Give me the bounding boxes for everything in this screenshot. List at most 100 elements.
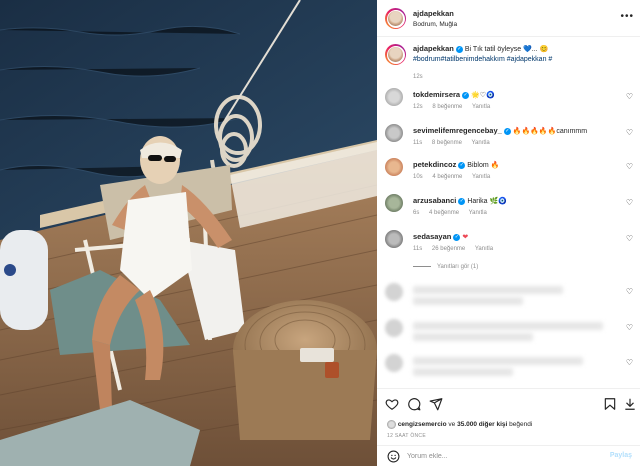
blurred-text	[413, 322, 603, 330]
comment-username[interactable]: tokdemirsera	[413, 90, 460, 99]
comment-avatar[interactable]	[385, 230, 403, 248]
caption-body: Bi Tık tatil öyleyse 💙... 😊	[464, 46, 549, 53]
comment-time: 10s	[413, 174, 423, 180]
verified-icon: ✓	[503, 127, 511, 135]
blurred-text	[413, 286, 563, 294]
blurred-comment: ♡	[385, 283, 635, 313]
save-icon[interactable]	[603, 397, 617, 411]
comment-avatar[interactable]	[385, 158, 403, 176]
author-username[interactable]: ajdapekkan	[413, 9, 454, 18]
comment-body: 🌟♡🧿	[471, 92, 495, 99]
verified-icon: ✓	[455, 45, 463, 53]
heart-icon[interactable]: ♡	[626, 323, 633, 332]
heart-icon[interactable]: ♡	[626, 92, 633, 101]
comment-item: sedasayan ✓ ❤ 11s 26 beğenme Yanıtla ♡	[385, 230, 635, 260]
author-avatar[interactable]	[385, 8, 406, 29]
action-bar	[377, 388, 640, 418]
blurred-comment: ♡	[385, 319, 635, 349]
comment-likes[interactable]: 26 beğenme	[432, 246, 465, 252]
replies-divider	[413, 265, 431, 267]
blurred-text	[413, 357, 583, 365]
comment-username[interactable]: petekdincoz	[413, 160, 456, 169]
post-timestamp[interactable]: 12 SAAT ÖNCE	[387, 433, 426, 439]
comment-avatar[interactable]	[385, 194, 403, 212]
reply-button[interactable]: Yanıtla	[469, 210, 487, 216]
caption-time: 12s	[413, 74, 423, 80]
reply-button[interactable]: Yanıtla	[475, 246, 493, 252]
view-replies-label: Yanıtları gör (1)	[437, 264, 479, 270]
comment-text: sevimelifemregencebay_ ✓ 🔥🔥🔥🔥🔥canımmm	[413, 126, 587, 136]
comment-time: 11s	[413, 140, 423, 146]
comment-body: ❤	[462, 234, 469, 241]
comment-item: petekdincoz ✓ Biblom 🔥 10s 4 beğenme Yanı…	[385, 158, 635, 188]
comment-avatar[interactable]	[385, 124, 403, 142]
comment-username[interactable]: arzusabanci	[413, 196, 456, 205]
post-panel: ajdapekkan Bodrum, Muğla ••• ajdapekkan ✓…	[377, 0, 640, 466]
likes-summary[interactable]: cengizsemercio ve 35.000 diğer kişi beğe…	[387, 420, 532, 429]
liker-username[interactable]: cengizsemercio	[398, 421, 447, 428]
comment-meta: 11s 8 beğenme Yanıtla	[413, 140, 498, 146]
comment-avatar	[385, 283, 403, 301]
comment-likes[interactable]: 4 beğenme	[429, 210, 459, 216]
blurred-text	[413, 368, 513, 376]
likes-count[interactable]: 35.000 diğer kişi	[457, 421, 507, 428]
blurred-text	[413, 333, 533, 341]
comment-body: 🔥🔥🔥🔥🔥canımmm	[512, 128, 588, 135]
comment-meta: 11s 26 beğenme Yanıtla	[413, 246, 501, 252]
comment-text: sedasayan ✓ ❤	[413, 232, 468, 242]
likes-connector: ve	[448, 421, 456, 429]
comment-meta: 12s 8 beğenme Yanıtla	[413, 104, 498, 110]
comment-icon[interactable]	[407, 397, 421, 411]
comment-avatar	[385, 319, 403, 337]
blurred-comment: ♡	[385, 354, 635, 384]
heart-icon[interactable]: ♡	[626, 128, 633, 137]
likes-suffix: beğendi	[509, 421, 533, 429]
post-header: ajdapekkan Bodrum, Muğla •••	[377, 0, 640, 37]
heart-icon[interactable]: ♡	[626, 287, 633, 296]
comment-likes[interactable]: 4 beğenme	[432, 174, 462, 180]
caption-hashtags[interactable]: #bodrum#tatilbenimdehakkım #ajdapekkan #	[413, 56, 552, 63]
post-comment-button[interactable]: Paylaş	[610, 452, 632, 459]
heart-icon[interactable]	[385, 397, 399, 411]
comment-likes[interactable]: 8 beğenme	[432, 140, 462, 146]
comment-username[interactable]: sevimelifemregencebay_	[413, 126, 502, 135]
share-icon[interactable]	[429, 397, 443, 411]
reply-button[interactable]: Yanıtla	[472, 104, 490, 110]
post-location[interactable]: Bodrum, Muğla	[413, 21, 457, 28]
comment-time: 11s	[413, 246, 423, 252]
blurred-text	[413, 297, 523, 305]
caption-username[interactable]: ajdapekkan	[413, 44, 454, 53]
heart-icon[interactable]: ♡	[626, 162, 633, 171]
more-icon[interactable]: •••	[620, 11, 634, 22]
comment-avatar[interactable]	[385, 88, 403, 106]
add-comment-bar: Paylaş	[377, 445, 640, 466]
comment-body: Biblom 🔥	[467, 162, 500, 169]
comment-meta: 10s 4 beğenme Yanıtla	[413, 174, 498, 180]
reply-button[interactable]: Yanıtla	[472, 140, 490, 146]
verified-icon: ✓	[453, 233, 461, 241]
reply-button[interactable]: Yanıtla	[472, 174, 490, 180]
comment-text: petekdincoz ✓ Biblom 🔥	[413, 160, 499, 170]
comment-time: 12s	[413, 104, 423, 110]
caption-avatar[interactable]	[385, 44, 406, 65]
comment-likes[interactable]: 8 beğenme	[432, 104, 462, 110]
smile-icon[interactable]	[387, 450, 400, 463]
heart-icon[interactable]: ♡	[626, 234, 633, 243]
comment-username[interactable]: sedasayan	[413, 232, 451, 241]
comment-avatar	[385, 354, 403, 372]
comments-list[interactable]: ajdapekkan ✓ Bi Tık tatil öyleyse 💙... 😊 …	[377, 38, 640, 386]
verified-icon: ✓	[462, 91, 470, 99]
comment-time: 6s	[413, 210, 420, 216]
download-icon[interactable]	[623, 397, 637, 411]
comment-input[interactable]	[407, 450, 577, 463]
verified-icon: ✓	[458, 197, 466, 205]
comment-body: Harika 🌿🧿	[467, 198, 507, 205]
heart-icon[interactable]: ♡	[626, 358, 633, 367]
comment-text: arzusabanci ✓ Harika 🌿🧿	[413, 196, 507, 206]
comment-text: tokdemirsera ✓ 🌟♡🧿	[413, 90, 495, 100]
post-photo[interactable]	[0, 0, 377, 466]
view-replies-button[interactable]: Yanıtları gör (1)	[413, 264, 478, 270]
caption-text: ajdapekkan ✓ Bi Tık tatil öyleyse 💙... 😊 …	[413, 44, 628, 65]
verified-icon: ✓	[458, 161, 466, 169]
heart-icon[interactable]: ♡	[626, 198, 633, 207]
